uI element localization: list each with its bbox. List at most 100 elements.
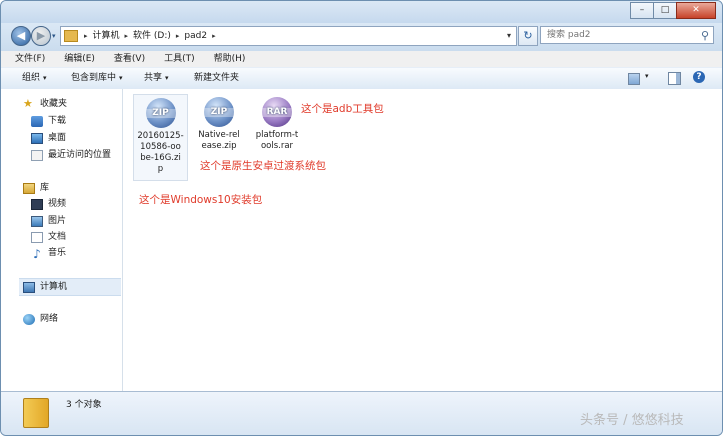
menu-file[interactable]: 文件(F) [1, 51, 52, 67]
sidebar-item-computer[interactable]: 计算机 [19, 278, 121, 296]
picture-icon [31, 215, 43, 227]
file-name-line: 20160125- [137, 131, 184, 141]
refresh-icon: ↻ [523, 29, 533, 42]
computer-icon [23, 281, 35, 293]
sidebar-item-label: 计算机 [40, 282, 68, 292]
search-box[interactable]: ⚲ [540, 26, 714, 44]
back-button[interactable]: ◀ [11, 26, 31, 46]
menu-bar: 文件(F) 编辑(E) 查看(V) 工具(T) 帮助(H) [1, 51, 722, 67]
search-icon[interactable]: ⚲ [701, 29, 709, 42]
change-view-icon[interactable] [628, 73, 640, 85]
breadcrumb-separator[interactable]: ▸ [212, 27, 216, 45]
item-count: 3 个对象 [66, 400, 102, 410]
minimize-button[interactable]: – [630, 2, 654, 19]
rar-archive-icon: RAR [262, 97, 292, 127]
breadcrumb-computer[interactable]: 计算机 [93, 27, 120, 45]
file-item[interactable]: ZIP 20160125- 10586-oo be-16G.zi p [133, 94, 188, 181]
sidebar-item-label: 视频 [48, 199, 67, 209]
desktop-icon [31, 132, 43, 144]
watermark: 头条号 / 悠悠科技 [580, 413, 684, 428]
sidebar-item-pictures[interactable]: 图片 [31, 213, 66, 229]
refresh-button[interactable]: ↻ [518, 26, 538, 46]
breadcrumb: ▸ 计算机 ▸ 软件 (D:) ▸ pad2 ▸ [79, 27, 216, 45]
sidebar-libraries-header[interactable]: 库 [23, 180, 49, 196]
forward-arrow-icon: ▶ [36, 29, 46, 42]
address-bar[interactable]: ▸ 计算机 ▸ 软件 (D:) ▸ pad2 ▸ ▾ [60, 26, 517, 46]
sidebar-item-recent-places[interactable]: 最近访问的位置 [31, 147, 111, 163]
share-button[interactable]: 共享 ▾ [144, 68, 169, 88]
recent-pages-dropdown[interactable]: ▾ [52, 32, 56, 40]
annotation-native: 这个是原生安卓过渡系统包 [200, 160, 326, 172]
file-name-line: Native-rel [198, 130, 240, 140]
file-name-line: p [157, 164, 164, 174]
breadcrumb-pad2[interactable]: pad2 [184, 27, 207, 45]
sidebar-item-label: 下载 [48, 116, 67, 126]
sidebar-item-label: 库 [40, 183, 50, 193]
include-in-library-button[interactable]: 包含到库中 ▾ [71, 68, 123, 88]
breadcrumb-separator[interactable]: ▸ [125, 27, 129, 45]
file-list: ZIP 20160125- 10586-oo be-16G.zi p ZIP N… [123, 89, 722, 391]
sidebar-item-downloads[interactable]: 下载 [31, 113, 66, 129]
annotation-windows: 这个是Windows10安装包 [139, 194, 263, 206]
document-icon [31, 231, 43, 243]
file-name-line: 10586-oo [140, 142, 181, 152]
menu-edit[interactable]: 编辑(E) [52, 51, 102, 67]
sidebar-item-videos[interactable]: 视频 [31, 196, 66, 212]
new-folder-button[interactable]: 新建文件夹 [194, 68, 239, 88]
include-in-library-label: 包含到库中 [71, 73, 117, 83]
close-button[interactable]: ✕ [676, 2, 716, 19]
music-note-icon: ♪ [33, 246, 41, 261]
view-options-dropdown[interactable]: ▾ [645, 72, 649, 80]
file-name-line: platform-t [255, 130, 299, 140]
folder-icon [23, 398, 49, 428]
help-icon[interactable]: ? [693, 71, 705, 83]
sidebar-item-label: 音乐 [48, 248, 67, 258]
search-input[interactable] [541, 27, 692, 43]
zip-archive-icon: ZIP [204, 97, 234, 127]
annotation-adb: 这个是adb工具包 [301, 103, 384, 115]
file-item[interactable]: ZIP Native-rel ease.zip [193, 94, 245, 154]
sidebar-item-label: 桌面 [48, 133, 67, 143]
menu-view[interactable]: 查看(V) [102, 51, 152, 67]
video-icon [31, 198, 43, 210]
forward-button[interactable]: ▶ [31, 26, 51, 46]
sidebar-item-label: 网络 [40, 314, 59, 324]
sidebar-item-network[interactable]: 网络 [23, 311, 58, 327]
sidebar-item-documents[interactable]: 文档 [31, 229, 66, 245]
file-name-line: be-16G.zi [140, 153, 181, 163]
file-item[interactable]: RAR platform-t ools.rar [251, 94, 303, 154]
sidebar-item-label: 文档 [48, 232, 67, 242]
sidebar-item-music[interactable]: ♪ 音乐 [31, 245, 66, 261]
sidebar-item-desktop[interactable]: 桌面 [31, 130, 66, 146]
file-name-line: ools.rar [260, 141, 294, 151]
address-dropdown-button[interactable]: ▾ [507, 27, 511, 45]
download-folder-icon [31, 115, 43, 127]
star-icon: ★ [23, 97, 33, 110]
share-label: 共享 [144, 73, 163, 83]
recent-places-icon [31, 149, 43, 161]
chevron-down-icon: ▾ [165, 74, 169, 82]
sidebar-favorites-header[interactable]: ★ 收藏夹 [23, 96, 67, 112]
organize-label: 组织 [22, 73, 41, 83]
menu-tools[interactable]: 工具(T) [152, 51, 202, 67]
preview-pane-icon[interactable] [668, 72, 681, 85]
file-name-line: ease.zip [201, 141, 237, 151]
chevron-down-icon: ▾ [43, 74, 47, 82]
folder-icon [64, 30, 78, 42]
address-row: ◀ ▶ ▾ ▸ 计算机 ▸ 软件 (D:) ▸ pad2 ▸ ▾ ↻ ⚲ [1, 23, 722, 51]
sidebar-item-label: 收藏夹 [40, 99, 68, 109]
command-bar: 组织 ▾ 包含到库中 ▾ 共享 ▾ 新建文件夹 ▾ ? [1, 67, 722, 90]
sidebar-item-label: 最近访问的位置 [48, 150, 112, 160]
maximize-button[interactable]: □ [653, 2, 677, 19]
breadcrumb-drive-d[interactable]: 软件 (D:) [133, 27, 171, 45]
chevron-down-icon: ▾ [119, 74, 123, 82]
organize-button[interactable]: 组织 ▾ [22, 68, 47, 88]
breadcrumb-separator[interactable]: ▸ [176, 27, 180, 45]
window-controls: – □ ✕ [630, 2, 716, 19]
library-icon [23, 182, 35, 194]
menu-help[interactable]: 帮助(H) [202, 51, 253, 67]
sidebar-item-label: 图片 [48, 216, 67, 226]
network-icon [23, 313, 35, 325]
navigation-pane: ★ 收藏夹 下载 桌面 最近访问的位置 库 视频 图片 文档 ♪ 音乐 计算机 网络 [1, 89, 123, 391]
explorer-window: – □ ✕ ◀ ▶ ▾ ▸ 计算机 ▸ 软件 (D:) ▸ pad2 ▸ ▾ ↻… [0, 0, 723, 436]
